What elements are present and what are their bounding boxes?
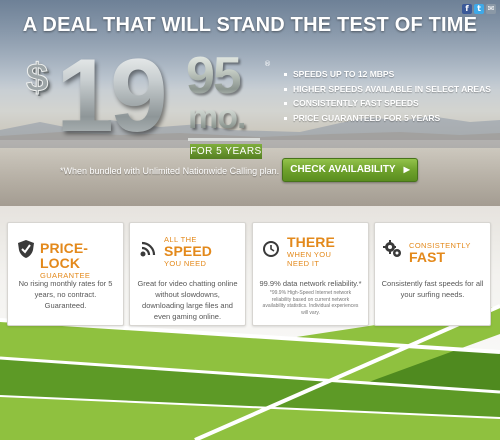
share-buttons: f t ✉ bbox=[462, 4, 496, 14]
signal-wave-icon bbox=[140, 241, 156, 257]
price-period: mo. bbox=[188, 98, 246, 136]
card-title: CONSISTENTLY FAST bbox=[409, 241, 471, 265]
shield-check-icon bbox=[18, 240, 34, 258]
price-lock-card: PRICE-LOCK GUARANTEE No rising monthly r… bbox=[7, 222, 124, 326]
price-currency: $ bbox=[25, 56, 49, 101]
feature-item: CONSISTENTLY FAST SPEEDS bbox=[284, 97, 491, 110]
card-body: No rising monthly rates for 5 years, no … bbox=[18, 279, 113, 310]
card-title-main: PRICE-LOCK bbox=[40, 240, 89, 271]
twitter-icon[interactable]: t bbox=[474, 4, 484, 14]
feature-item: PRICE GUARANTEED FOR 5 YEARS bbox=[284, 112, 491, 125]
bundle-disclaimer: *When bundled with Unlimited Nationwide … bbox=[60, 166, 280, 176]
card-title-main: THERE bbox=[287, 234, 335, 250]
price-display: $ 19 95 ® mo. FOR 5 YEARS bbox=[22, 44, 272, 169]
clock-icon bbox=[263, 241, 279, 257]
hero-banner: f t ✉ A DEAL THAT WILL STAND THE TEST OF… bbox=[0, 0, 500, 232]
card-title-sub: WHEN YOU NEED IT bbox=[287, 250, 332, 268]
card-title: PRICE-LOCK GUARANTEE bbox=[40, 240, 123, 281]
speed-card: ALL THE SPEED YOU NEED Great for video c… bbox=[129, 222, 246, 326]
check-availability-label: CHECK AVAILABILITY bbox=[290, 164, 396, 175]
facebook-icon[interactable]: f bbox=[462, 4, 472, 14]
price-term-badge: FOR 5 YEARS bbox=[190, 144, 262, 159]
card-title: ALL THE SPEED YOU NEED bbox=[164, 235, 212, 268]
card-title-main: FAST bbox=[409, 249, 446, 265]
feature-item: HIGHER SPEEDS AVAILABLE IN SELECT AREAS bbox=[284, 83, 491, 96]
bullet-icon bbox=[284, 87, 287, 91]
bullet-icon bbox=[284, 73, 287, 76]
card-body: Consistently fast speeds for all your su… bbox=[381, 279, 484, 299]
gears-icon bbox=[383, 240, 401, 257]
feature-text: CONSISTENTLY FAST SPEEDS bbox=[293, 98, 419, 109]
price-underline bbox=[188, 138, 260, 141]
feature-text: SPEEDS UP TO 12 MBPS bbox=[293, 69, 395, 79]
price-cents: 95 bbox=[186, 47, 242, 105]
headline: A DEAL THAT WILL STAND THE TEST OF TIME bbox=[22, 14, 478, 36]
fast-card: CONSISTENTLY FAST Consistently fast spee… bbox=[374, 222, 491, 326]
email-icon[interactable]: ✉ bbox=[486, 4, 496, 14]
card-title-main: SPEED bbox=[164, 243, 212, 259]
card-title: THERE WHEN YOU NEED IT bbox=[287, 234, 347, 269]
check-availability-button[interactable]: CHECK AVAILABILITY ▶ bbox=[282, 158, 418, 182]
price-registered-mark: ® bbox=[264, 60, 271, 68]
bullet-icon bbox=[284, 116, 287, 120]
feature-text: HIGHER SPEEDS AVAILABLE IN SELECT AREAS bbox=[293, 83, 491, 94]
price-whole: 19 bbox=[56, 38, 168, 154]
arrow-right-icon: ▶ bbox=[403, 165, 410, 174]
feature-text: PRICE GUARANTEED FOR 5 YEARS bbox=[293, 112, 441, 123]
bullet-icon bbox=[284, 102, 287, 106]
card-body: Great for video chatting online without … bbox=[137, 279, 238, 321]
reliability-card: THERE WHEN YOU NEED IT 99.9% data networ… bbox=[252, 222, 369, 326]
card-body: 99.9% data network reliability.* bbox=[259, 279, 362, 288]
feature-list: SPEEDS UP TO 12 MBPS HIGHER SPEEDS AVAIL… bbox=[284, 68, 491, 126]
card-fine-print: *99.9% High-Speed Internet network relia… bbox=[262, 290, 359, 316]
feature-item: SPEEDS UP TO 12 MBPS bbox=[284, 68, 491, 81]
card-title-sub: YOU NEED bbox=[164, 259, 207, 268]
